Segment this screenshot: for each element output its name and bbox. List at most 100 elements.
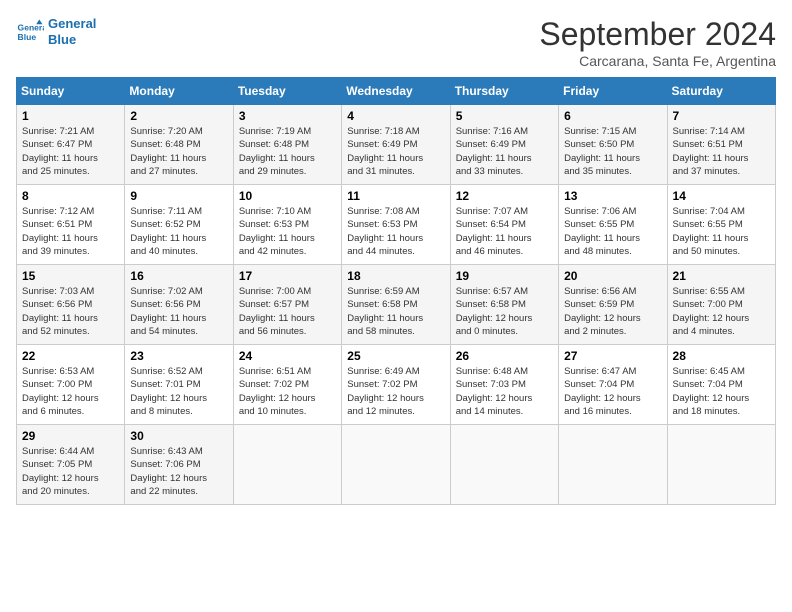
day-detail: Sunrise: 6:56 AM Sunset: 6:59 PM Dayligh… [564, 285, 661, 338]
day-number: 21 [673, 269, 770, 283]
day-detail: Sunrise: 6:48 AM Sunset: 7:03 PM Dayligh… [456, 365, 553, 418]
day-number: 14 [673, 189, 770, 203]
calendar-cell: 11 Sunrise: 7:08 AM Sunset: 6:53 PM Dayli… [342, 185, 450, 265]
calendar-cell: 29Sunrise: 6:44 AM Sunset: 7:05 PM Dayli… [17, 425, 125, 505]
day-detail: Sunrise: 7:00 AM Sunset: 6:57 PM Dayligh… [239, 285, 336, 338]
col-thursday: Thursday [450, 78, 558, 105]
day-detail: Sunrise: 7:16 AM Sunset: 6:49 PM Dayligh… [456, 125, 553, 178]
calendar-cell: 4 Sunrise: 7:18 AM Sunset: 6:49 PM Daylig… [342, 105, 450, 185]
calendar-cell: 18 Sunrise: 6:59 AM Sunset: 6:58 PM Dayli… [342, 265, 450, 345]
calendar-cell [559, 425, 667, 505]
calendar-cell: 24Sunrise: 6:51 AM Sunset: 7:02 PM Dayli… [233, 345, 341, 425]
day-detail: Sunrise: 6:43 AM Sunset: 7:06 PM Dayligh… [130, 445, 227, 498]
calendar-cell: 2 Sunrise: 7:20 AM Sunset: 6:48 PM Daylig… [125, 105, 233, 185]
page-header: General Blue General Blue September 2024… [16, 16, 776, 69]
day-number: 6 [564, 109, 661, 123]
calendar-cell: 8Sunrise: 7:12 AM Sunset: 6:51 PM Daylig… [17, 185, 125, 265]
calendar-cell: 17 Sunrise: 7:00 AM Sunset: 6:57 PM Dayli… [233, 265, 341, 345]
day-detail: Sunrise: 7:15 AM Sunset: 6:50 PM Dayligh… [564, 125, 661, 178]
day-number: 17 [239, 269, 336, 283]
calendar-week-row: 1 Sunrise: 7:21 AM Sunset: 6:47 PM Daylig… [17, 105, 776, 185]
day-detail: Sunrise: 6:57 AM Sunset: 6:58 PM Dayligh… [456, 285, 553, 338]
day-number: 7 [673, 109, 770, 123]
day-detail: Sunrise: 7:08 AM Sunset: 6:53 PM Dayligh… [347, 205, 444, 258]
calendar-cell: 21 Sunrise: 6:55 AM Sunset: 7:00 PM Dayli… [667, 265, 775, 345]
col-monday: Monday [125, 78, 233, 105]
col-sunday: Sunday [17, 78, 125, 105]
day-number: 20 [564, 269, 661, 283]
day-number: 23 [130, 349, 227, 363]
day-detail: Sunrise: 6:45 AM Sunset: 7:04 PM Dayligh… [673, 365, 770, 418]
day-detail: Sunrise: 6:55 AM Sunset: 7:00 PM Dayligh… [673, 285, 770, 338]
day-number: 2 [130, 109, 227, 123]
day-number: 30 [130, 429, 227, 443]
location-subtitle: Carcarana, Santa Fe, Argentina [539, 53, 776, 69]
day-detail: Sunrise: 6:53 AM Sunset: 7:00 PM Dayligh… [22, 365, 119, 418]
day-detail: Sunrise: 6:52 AM Sunset: 7:01 PM Dayligh… [130, 365, 227, 418]
calendar-cell: 20 Sunrise: 6:56 AM Sunset: 6:59 PM Dayli… [559, 265, 667, 345]
day-number: 18 [347, 269, 444, 283]
calendar-cell: 15 Sunrise: 7:03 AM Sunset: 6:56 PM Dayli… [17, 265, 125, 345]
day-number: 8 [22, 189, 119, 203]
day-detail: Sunrise: 7:18 AM Sunset: 6:49 PM Dayligh… [347, 125, 444, 178]
col-wednesday: Wednesday [342, 78, 450, 105]
calendar-cell: 30 Sunrise: 6:43 AM Sunset: 7:06 PM Dayli… [125, 425, 233, 505]
calendar-cell: 6 Sunrise: 7:15 AM Sunset: 6:50 PM Daylig… [559, 105, 667, 185]
calendar-table: Sunday Monday Tuesday Wednesday Thursday… [16, 77, 776, 505]
day-detail: Sunrise: 7:10 AM Sunset: 6:53 PM Dayligh… [239, 205, 336, 258]
day-number: 15 [22, 269, 119, 283]
calendar-cell: 14 Sunrise: 7:04 AM Sunset: 6:55 PM Dayli… [667, 185, 775, 265]
calendar-week-row: 15 Sunrise: 7:03 AM Sunset: 6:56 PM Dayli… [17, 265, 776, 345]
calendar-cell: 13 Sunrise: 7:06 AM Sunset: 6:55 PM Dayli… [559, 185, 667, 265]
day-detail: Sunrise: 6:49 AM Sunset: 7:02 PM Dayligh… [347, 365, 444, 418]
calendar-cell: 22 Sunrise: 6:53 AM Sunset: 7:00 PM Dayli… [17, 345, 125, 425]
day-detail: Sunrise: 7:03 AM Sunset: 6:56 PM Dayligh… [22, 285, 119, 338]
day-number: 25 [347, 349, 444, 363]
col-tuesday: Tuesday [233, 78, 341, 105]
calendar-week-row: 22 Sunrise: 6:53 AM Sunset: 7:00 PM Dayli… [17, 345, 776, 425]
calendar-cell: 25 Sunrise: 6:49 AM Sunset: 7:02 PM Dayli… [342, 345, 450, 425]
day-number: 19 [456, 269, 553, 283]
day-number: 28 [673, 349, 770, 363]
day-detail: Sunrise: 6:59 AM Sunset: 6:58 PM Dayligh… [347, 285, 444, 338]
calendar-cell: 7Sunrise: 7:14 AM Sunset: 6:51 PM Daylig… [667, 105, 775, 185]
day-number: 27 [564, 349, 661, 363]
day-number: 22 [22, 349, 119, 363]
calendar-cell: 10Sunrise: 7:10 AM Sunset: 6:53 PM Dayli… [233, 185, 341, 265]
calendar-cell: 28 Sunrise: 6:45 AM Sunset: 7:04 PM Dayli… [667, 345, 775, 425]
day-number: 3 [239, 109, 336, 123]
day-detail: Sunrise: 6:51 AM Sunset: 7:02 PM Dayligh… [239, 365, 336, 418]
calendar-cell: 19 Sunrise: 6:57 AM Sunset: 6:58 PM Dayli… [450, 265, 558, 345]
day-detail: Sunrise: 7:02 AM Sunset: 6:56 PM Dayligh… [130, 285, 227, 338]
calendar-cell: 5 Sunrise: 7:16 AM Sunset: 6:49 PM Daylig… [450, 105, 558, 185]
day-number: 11 [347, 189, 444, 203]
calendar-cell [667, 425, 775, 505]
day-number: 29 [22, 429, 119, 443]
header-row: Sunday Monday Tuesday Wednesday Thursday… [17, 78, 776, 105]
svg-text:Blue: Blue [18, 31, 37, 41]
col-friday: Friday [559, 78, 667, 105]
day-detail: Sunrise: 7:06 AM Sunset: 6:55 PM Dayligh… [564, 205, 661, 258]
calendar-week-row: 8Sunrise: 7:12 AM Sunset: 6:51 PM Daylig… [17, 185, 776, 265]
day-number: 12 [456, 189, 553, 203]
day-detail: Sunrise: 6:47 AM Sunset: 7:04 PM Dayligh… [564, 365, 661, 418]
day-number: 1 [22, 109, 119, 123]
day-number: 5 [456, 109, 553, 123]
day-number: 26 [456, 349, 553, 363]
calendar-cell: 1 Sunrise: 7:21 AM Sunset: 6:47 PM Daylig… [17, 105, 125, 185]
day-detail: Sunrise: 7:19 AM Sunset: 6:48 PM Dayligh… [239, 125, 336, 178]
col-saturday: Saturday [667, 78, 775, 105]
day-detail: Sunrise: 7:04 AM Sunset: 6:55 PM Dayligh… [673, 205, 770, 258]
logo: General Blue General Blue [16, 16, 96, 47]
calendar-cell: 12Sunrise: 7:07 AM Sunset: 6:54 PM Dayli… [450, 185, 558, 265]
calendar-cell: 3 Sunrise: 7:19 AM Sunset: 6:48 PM Daylig… [233, 105, 341, 185]
day-detail: Sunrise: 7:21 AM Sunset: 6:47 PM Dayligh… [22, 125, 119, 178]
calendar-cell [233, 425, 341, 505]
day-number: 13 [564, 189, 661, 203]
logo-text: General Blue [48, 16, 96, 47]
day-detail: Sunrise: 7:11 AM Sunset: 6:52 PM Dayligh… [130, 205, 227, 258]
day-detail: Sunrise: 7:20 AM Sunset: 6:48 PM Dayligh… [130, 125, 227, 178]
calendar-cell [342, 425, 450, 505]
calendar-cell: 9Sunrise: 7:11 AM Sunset: 6:52 PM Daylig… [125, 185, 233, 265]
day-number: 4 [347, 109, 444, 123]
